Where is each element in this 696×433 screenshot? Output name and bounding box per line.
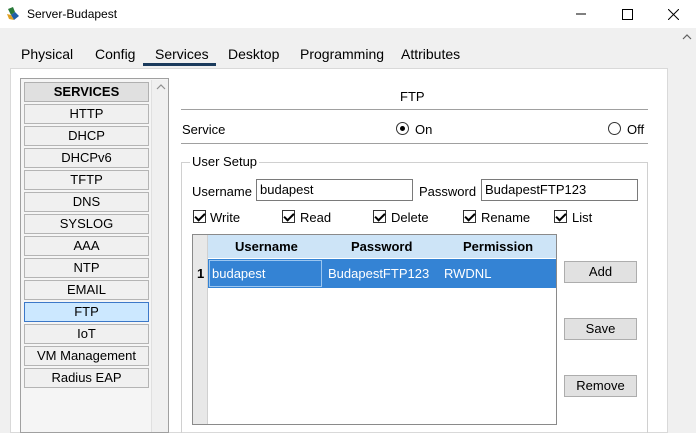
service-item-dhcp[interactable]: DHCP: [24, 126, 149, 146]
window-scrollbar[interactable]: [679, 30, 696, 433]
maximize-icon: [621, 8, 633, 20]
service-item-radius-eap[interactable]: Radius EAP: [24, 368, 149, 388]
service-off-label: Off: [627, 122, 645, 137]
app-icon: [7, 7, 19, 20]
service-label: Service: [182, 122, 226, 137]
write-label: Write: [210, 210, 241, 225]
add-button[interactable]: Add: [564, 261, 637, 283]
tab-programming[interactable]: Programming: [300, 46, 384, 62]
service-item-tftp[interactable]: TFTP: [24, 170, 149, 190]
tab-attributes[interactable]: Attributes: [401, 46, 460, 62]
read-checkbox[interactable]: [282, 210, 295, 223]
divider: [181, 143, 648, 144]
close-button[interactable]: [650, 0, 696, 28]
ftp-title: FTP: [400, 89, 425, 104]
save-button[interactable]: Save: [564, 318, 637, 340]
list-checkbox[interactable]: [554, 210, 567, 223]
tab-desktop[interactable]: Desktop: [228, 46, 279, 62]
table-header: Username Password Permission: [208, 235, 556, 258]
services-header: SERVICES: [24, 82, 149, 102]
cell-username[interactable]: budapest: [212, 266, 266, 281]
scroll-up-icon: [682, 34, 692, 40]
username-input[interactable]: budapest: [256, 179, 413, 201]
minimize-button[interactable]: [558, 0, 604, 28]
list-label: List: [572, 210, 593, 225]
tab-physical[interactable]: Physical: [21, 46, 73, 62]
service-item-http[interactable]: HTTP: [24, 104, 149, 124]
service-item-syslog[interactable]: SYSLOG: [24, 214, 149, 234]
service-on-label: On: [415, 122, 433, 137]
column-header-username[interactable]: Username: [235, 239, 298, 254]
delete-checkbox[interactable]: [373, 210, 386, 223]
close-icon: [667, 8, 679, 20]
divider: [181, 109, 648, 110]
cell-permission[interactable]: RWDNL: [444, 266, 491, 281]
service-item-iot[interactable]: IoT: [24, 324, 149, 344]
service-item-dns[interactable]: DNS: [24, 192, 149, 212]
tab-bar: Physical Config Services Desktop Program…: [10, 40, 696, 68]
tab-services[interactable]: Services: [155, 46, 209, 62]
password-input[interactable]: BudapestFTP123: [481, 179, 638, 201]
service-item-ftp[interactable]: FTP: [24, 302, 149, 322]
maximize-button[interactable]: [604, 0, 650, 28]
service-off-radio[interactable]: [608, 122, 621, 135]
services-list: SERVICES HTTP DHCP DHCPv6 TFTP DNS SYSLO…: [20, 78, 169, 433]
service-item-aaa[interactable]: AAA: [24, 236, 149, 256]
remove-button[interactable]: Remove: [564, 375, 637, 397]
rename-checkbox[interactable]: [463, 210, 476, 223]
window-title: Server-Budapest: [27, 7, 118, 21]
user-table: Username Password Permission 1 budapest …: [192, 234, 557, 425]
services-scrollbar[interactable]: [151, 80, 168, 432]
column-header-password[interactable]: Password: [351, 239, 412, 254]
password-label: Password: [419, 184, 477, 199]
cell-password[interactable]: BudapestFTP123: [328, 266, 429, 281]
column-header-permission[interactable]: Permission: [463, 239, 533, 254]
read-label: Read: [300, 210, 332, 225]
service-item-dhcpv6[interactable]: DHCPv6: [24, 148, 149, 168]
service-item-vm-management[interactable]: VM Management: [24, 346, 149, 366]
rename-label: Rename: [481, 210, 531, 225]
tab-config[interactable]: Config: [95, 46, 135, 62]
active-tab-indicator: [143, 63, 216, 66]
service-item-email[interactable]: EMAIL: [24, 280, 149, 300]
username-label: Username: [192, 184, 252, 199]
row-number: 1: [197, 266, 205, 281]
scroll-up-icon: [156, 84, 166, 90]
title-bar: Server-Budapest: [0, 0, 696, 28]
row-number-column: [193, 235, 208, 424]
delete-label: Delete: [391, 210, 429, 225]
table-row[interactable]: budapest BudapestFTP123 RWDNL: [208, 259, 556, 288]
user-setup-title: User Setup: [190, 154, 260, 169]
service-item-ntp[interactable]: NTP: [24, 258, 149, 278]
service-on-radio[interactable]: [396, 122, 409, 135]
minimize-icon: [576, 13, 586, 15]
write-checkbox[interactable]: [193, 210, 206, 223]
